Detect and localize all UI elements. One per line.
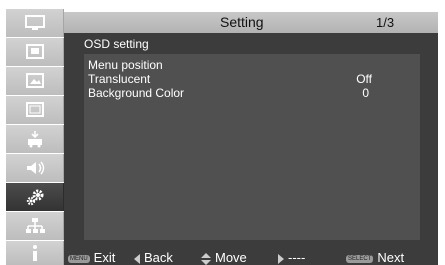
sidebar-item-screen[interactable] [6,96,64,124]
header-bar: Setting 1/3 [64,12,438,33]
setting-translucent[interactable]: Translucent Off [88,72,418,86]
screen-icon [25,102,44,117]
setting-value: 0 [362,86,369,100]
network-icon [25,218,45,233]
sidebar-item-network[interactable] [6,212,64,240]
info-icon [32,245,37,261]
install-icon [27,131,42,148]
arrow-up-down-icon [201,252,211,265]
sidebar-item-display[interactable] [6,9,64,37]
back-hint[interactable]: Back [134,250,173,265]
setting-label: Background Color [88,86,185,100]
sidebar-item-info[interactable] [6,241,64,265]
sidebar-item-image-adjust[interactable] [6,38,64,66]
bottom-help-bar: MENU Exit Back Move ---- SELECT Next [64,250,438,265]
section-title: OSD setting [84,37,149,51]
back-label: Back [144,250,173,265]
next-placeholder-hint: ---- [278,250,305,265]
image-adjust-icon [25,44,44,59]
move-label: Move [215,250,247,265]
page-title: Setting [220,14,264,30]
display-icon [24,15,45,30]
setting-background-color[interactable]: Background Color 0 [88,86,418,100]
arrow-right-icon [278,253,284,264]
setting-label: Translucent [88,72,151,86]
exit-hint[interactable]: MENU Exit [68,250,115,265]
setting-menu-position[interactable]: Menu position [88,58,418,72]
settings-list: Menu position Translucent Off Background… [84,54,420,240]
settings-screen: Setting 1/3 OSD setting Menu position Tr… [0,0,445,265]
menu-key-icon: MENU [68,254,90,263]
sidebar-item-picture[interactable] [6,67,64,95]
page-indicator: 1/3 [376,15,395,30]
next-label: Next [377,250,405,265]
sidebar-item-audio[interactable] [6,154,64,182]
arrow-left-icon [134,253,140,264]
sidebar [0,0,64,265]
sidebar-item-install[interactable] [6,125,64,153]
next-placeholder-label: ---- [288,250,306,265]
setting-label: Menu position [88,58,163,72]
select-key-icon: SELECT [346,254,374,263]
main-panel: OSD setting Menu position Translucent Of… [64,33,438,250]
move-hint[interactable]: Move [201,250,247,265]
sidebar-item-settings[interactable] [6,183,64,211]
exit-label: Exit [93,250,116,265]
setting-value: Off [356,72,372,86]
next-hint[interactable]: SELECT Next [346,250,404,265]
settings-gears-icon [26,189,43,206]
picture-icon [25,73,44,88]
audio-icon [26,161,44,175]
